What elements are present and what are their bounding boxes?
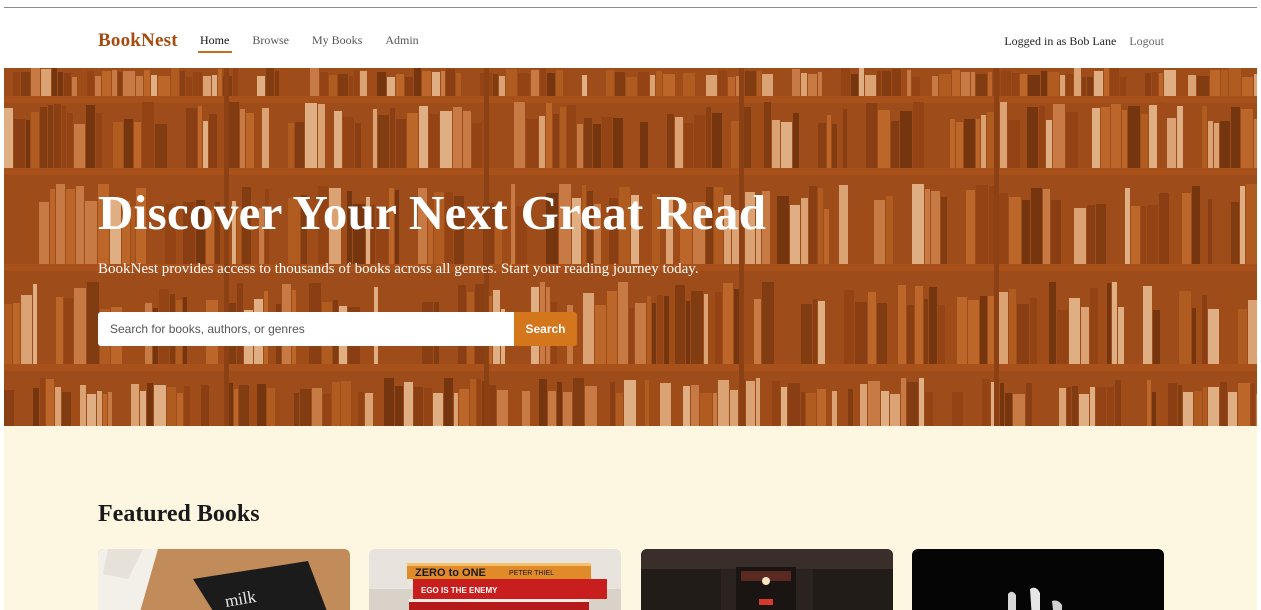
user-area: Logged in as Bob Lane Logout — [1004, 34, 1164, 49]
featured-book-card-3[interactable] — [641, 549, 893, 610]
hero-section: Discover Your Next Great Read BookNest p… — [4, 68, 1257, 426]
logged-in-user: Logged in as Bob Lane — [1004, 34, 1117, 48]
nav-link-admin[interactable]: Admin — [385, 33, 418, 53]
library-corridor-image — [641, 549, 893, 610]
top-navbar: BookNest Home Browse My Books Admin Logg… — [4, 8, 1257, 68]
hero-tint-overlay — [4, 68, 1257, 426]
book-cover-image: milk — [98, 549, 350, 610]
nav-link-home[interactable]: Home — [197, 33, 233, 53]
featured-books-section: Featured Books milk ZERO to ONE PETER TH… — [4, 426, 1257, 610]
featured-book-card-2[interactable]: ZERO to ONE PETER THIEL EGO IS THE ENEMY — [369, 549, 621, 610]
book-stack-image: ZERO to ONE PETER THIEL EGO IS THE ENEMY — [369, 549, 621, 610]
brand-logo[interactable]: BookNest — [98, 30, 178, 52]
featured-book-card-1[interactable]: milk — [98, 549, 350, 610]
featured-books-heading: Featured Books — [98, 501, 260, 527]
hero-search-form: Search — [98, 312, 577, 346]
search-button[interactable]: Search — [514, 312, 577, 346]
nav-link-browse[interactable]: Browse — [252, 33, 289, 53]
search-input[interactable] — [98, 312, 514, 346]
hero-subtitle: BookNest provides access to thousands of… — [98, 261, 699, 277]
hero-title: Discover Your Next Great Read — [98, 185, 767, 240]
nav-link-my-books[interactable]: My Books — [312, 33, 362, 53]
nav-links: Home Browse My Books Admin — [197, 33, 442, 53]
spine-author-1: PETER THIEL — [509, 570, 554, 577]
spine-title-2: EGO IS THE ENEMY — [421, 586, 498, 595]
logout-link[interactable]: Logout — [1129, 34, 1164, 49]
featured-book-card-4[interactable] — [912, 549, 1164, 610]
dark-pages-image — [912, 549, 1164, 610]
spine-title-1: ZERO to ONE — [415, 567, 486, 579]
